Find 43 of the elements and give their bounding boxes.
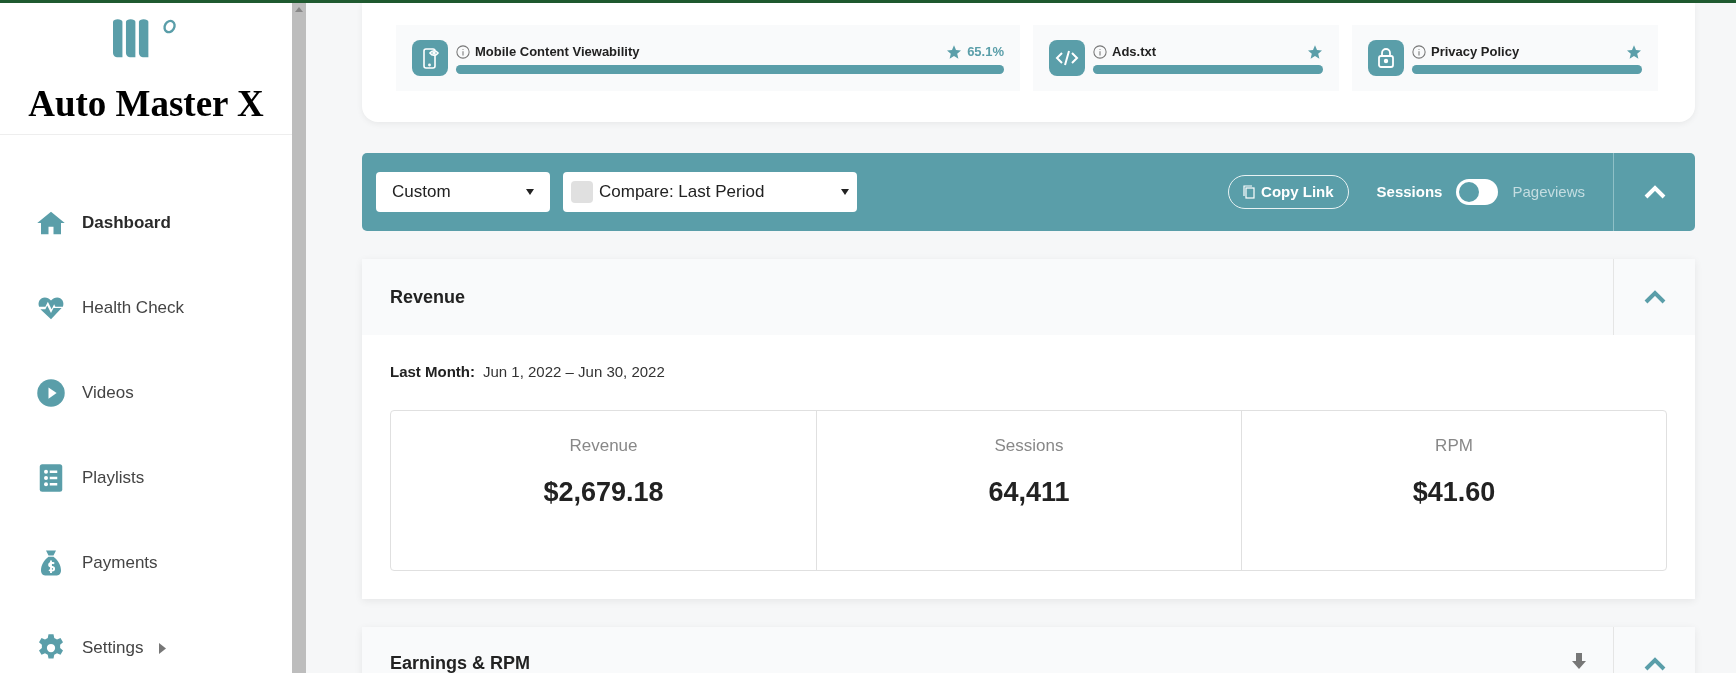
nav-item[interactable]: Health Check <box>36 290 292 326</box>
site-title: Auto Master X <box>28 82 264 126</box>
copy-icon <box>1243 185 1256 199</box>
metric-value: 65.1% <box>967 42 1004 61</box>
nav-item[interactable]: Playlists <box>36 460 292 496</box>
nav-item[interactable]: Videos <box>36 375 292 411</box>
period-range: Jun 1, 2022 – Jun 30, 2022 <box>483 362 665 382</box>
star-icon <box>1307 43 1323 60</box>
info-icon[interactable] <box>456 44 470 59</box>
stat-value: $2,679.18 <box>543 476 664 509</box>
section-title: Revenue <box>389 285 466 309</box>
compare-dropdown[interactable]: Compare: Last Period <box>563 172 857 212</box>
play-icon <box>36 378 66 408</box>
star-icon <box>946 43 963 60</box>
stat-label: Sessions <box>994 434 1064 457</box>
stat-value: $41.60 <box>1412 476 1496 509</box>
nav-item[interactable]: Payments <box>36 545 292 581</box>
stat-value: 64,411 <box>988 476 1070 509</box>
chevron-up-icon <box>1643 185 1666 199</box>
lock-icon <box>1368 40 1404 76</box>
compare-checkbox[interactable] <box>571 181 593 203</box>
chevron-up-icon <box>1643 656 1666 671</box>
phone-eye-icon <box>412 40 448 76</box>
code-icon <box>1049 40 1085 76</box>
stat-label: RPM <box>1435 434 1473 457</box>
star-icon <box>1626 43 1642 60</box>
scroll-up-icon[interactable] <box>295 7 303 12</box>
section-title: Earnings & RPM <box>389 651 531 673</box>
nav-item[interactable]: Dashboard <box>36 205 292 241</box>
metric-label: Privacy Policy <box>1431 42 1520 61</box>
download-icon[interactable] <box>1571 652 1587 671</box>
period-label: Last Month: <box>390 362 475 382</box>
metric-toggle[interactable] <box>1456 179 1499 205</box>
caret-icon <box>841 189 849 195</box>
info-icon[interactable] <box>1412 44 1426 59</box>
info-icon[interactable] <box>1093 44 1107 59</box>
caret-icon <box>526 189 534 195</box>
nav-item[interactable]: Settings <box>36 630 292 666</box>
metric-label: Mobile Content Viewability <box>475 42 640 61</box>
metric-label: Ads.txt <box>1112 42 1157 61</box>
stat-label: Revenue <box>569 434 638 457</box>
chevron-up-icon <box>1643 290 1666 304</box>
range-dropdown[interactable]: Custom <box>376 172 550 212</box>
